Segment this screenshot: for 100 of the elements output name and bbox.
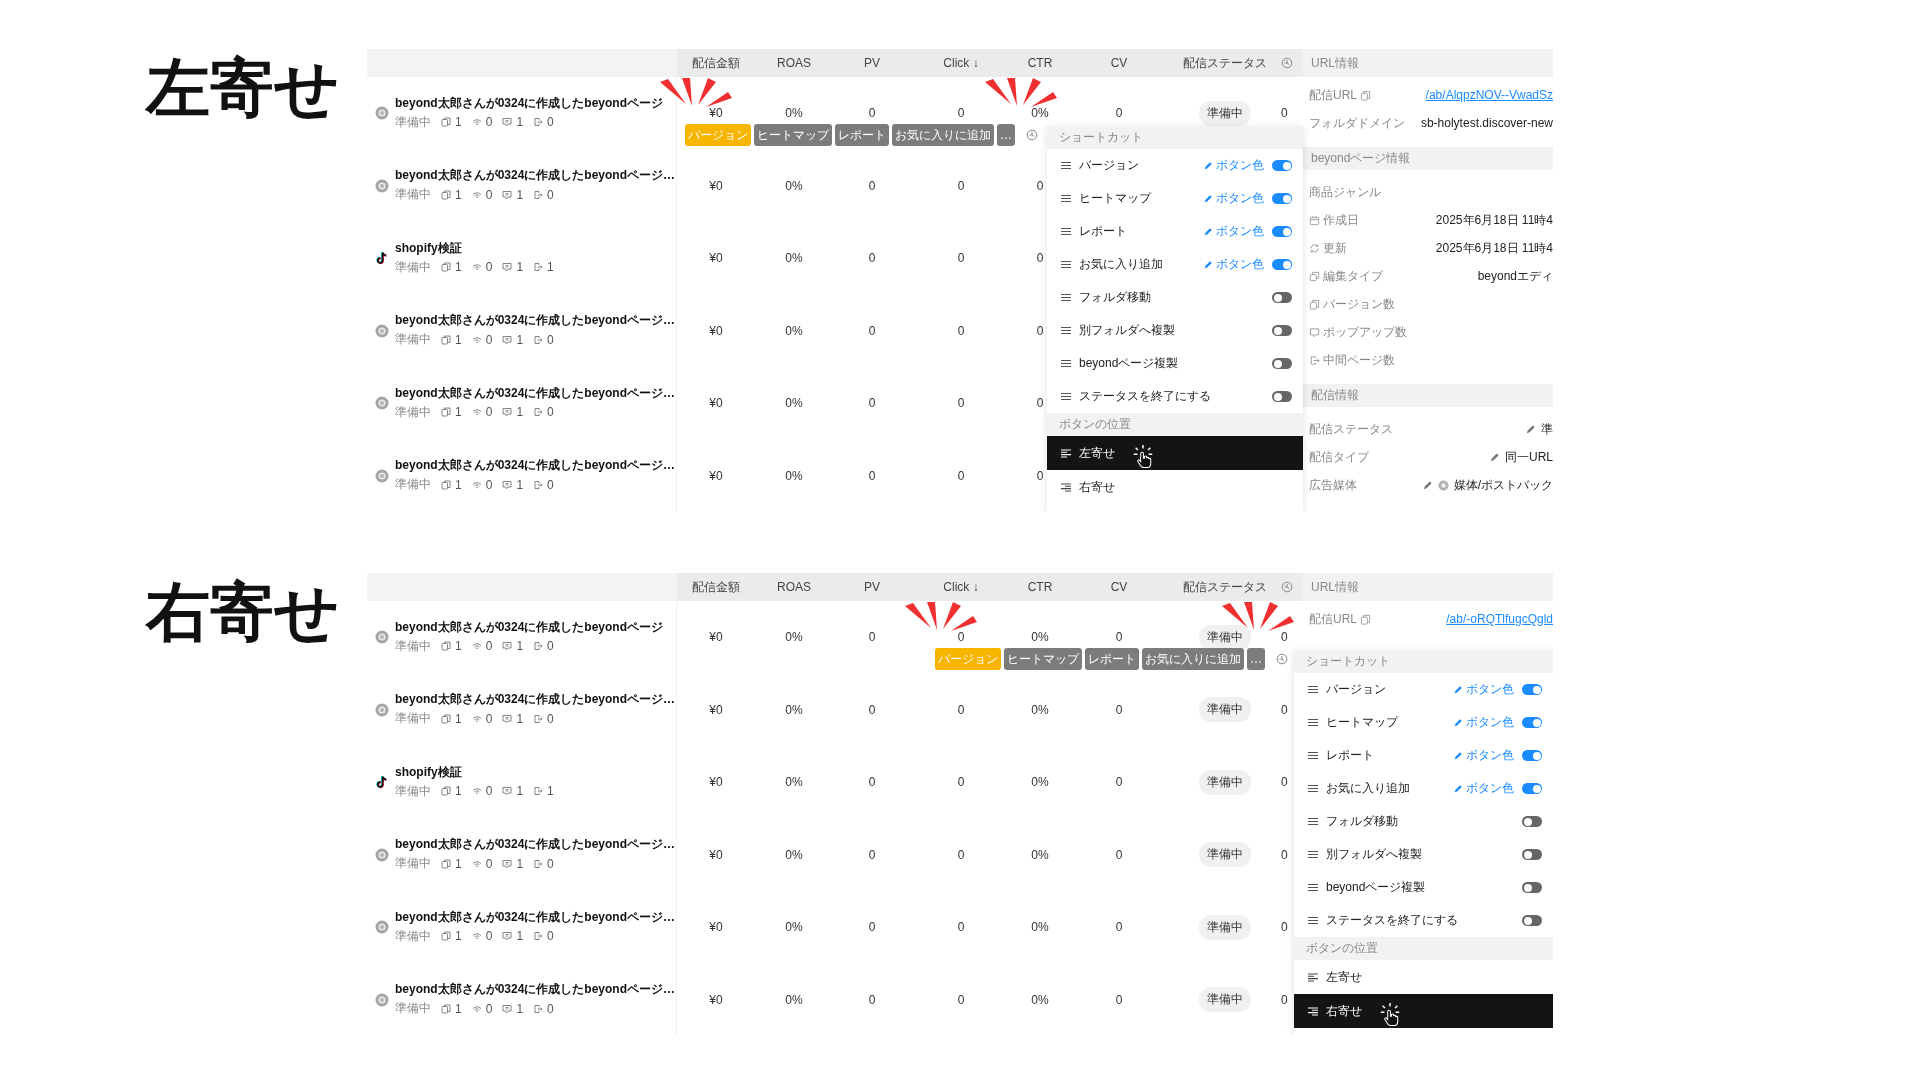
drag-handle-icon[interactable] xyxy=(1308,817,1318,826)
page-title[interactable]: beyond太郎さんが0324に作成したbeyondページ xyxy=(395,95,664,111)
action-button[interactable]: お気に入りに追加 xyxy=(1142,648,1244,670)
settings-icon[interactable] xyxy=(1281,581,1293,593)
menu-item[interactable]: beyondページ複製 xyxy=(1294,871,1553,904)
drag-handle-icon[interactable] xyxy=(1061,293,1071,302)
pencil-icon[interactable] xyxy=(1525,423,1536,435)
button-color-link[interactable]: ボタン色 xyxy=(1203,256,1264,273)
column-header[interactable]: PV xyxy=(833,56,911,70)
toggle-switch[interactable] xyxy=(1522,816,1542,827)
button-color-link[interactable]: ボタン色 xyxy=(1453,780,1514,797)
button-color-link[interactable]: ボタン色 xyxy=(1453,714,1514,731)
drag-handle-icon[interactable] xyxy=(1308,751,1318,760)
toggle-switch[interactable] xyxy=(1272,193,1292,204)
toggle-switch[interactable] xyxy=(1522,849,1542,860)
column-header[interactable]: PV xyxy=(833,580,911,594)
pencil-icon[interactable] xyxy=(1203,193,1213,204)
copy-icon[interactable] xyxy=(1360,89,1371,101)
action-button[interactable]: ヒートマップ xyxy=(754,124,832,146)
pencil-icon[interactable] xyxy=(1203,259,1213,270)
drag-handle-icon[interactable] xyxy=(1308,916,1318,925)
menu-item[interactable]: beyondページ複製 xyxy=(1047,347,1303,380)
column-header[interactable]: CV xyxy=(1069,56,1169,70)
page-title[interactable]: beyond太郎さんが0324に作成したbeyondページ xyxy=(395,619,664,635)
menu-item[interactable]: ヒートマップ ボタン色 xyxy=(1294,706,1553,739)
settings-icon[interactable] xyxy=(1281,57,1293,69)
column-header[interactable]: 配信ステータス xyxy=(1169,578,1281,596)
page-title[interactable]: beyond太郎さんが0324に作成したbeyondページ… xyxy=(395,837,676,853)
pencil-icon[interactable] xyxy=(1453,783,1463,794)
column-header[interactable]: ROAS xyxy=(755,56,833,70)
toggle-switch[interactable] xyxy=(1272,259,1292,270)
pencil-icon[interactable] xyxy=(1489,451,1500,463)
menu-item[interactable]: フォルダ移動 xyxy=(1047,281,1303,314)
drag-handle-icon[interactable] xyxy=(1308,850,1318,859)
toggle-switch[interactable] xyxy=(1522,783,1542,794)
menu-item[interactable]: お気に入り追加 ボタン色 xyxy=(1294,772,1553,805)
pencil-icon[interactable] xyxy=(1203,226,1213,237)
drag-handle-icon[interactable] xyxy=(1308,784,1318,793)
drag-handle-icon[interactable] xyxy=(1061,260,1071,269)
toggle-switch[interactable] xyxy=(1522,750,1542,761)
pencil-icon[interactable] xyxy=(1453,750,1463,761)
menu-item[interactable]: ステータスを終了にする xyxy=(1294,904,1553,937)
column-header[interactable]: 配信ステータス xyxy=(1169,54,1281,72)
toggle-switch[interactable] xyxy=(1522,882,1542,893)
toggle-switch[interactable] xyxy=(1272,226,1292,237)
page-title[interactable]: beyond太郎さんが0324に作成したbeyondページ… xyxy=(395,168,676,184)
toggle-switch[interactable] xyxy=(1272,358,1292,369)
page-title[interactable]: beyond太郎さんが0324に作成したbeyondページ… xyxy=(395,385,676,401)
action-button[interactable]: … xyxy=(997,124,1015,146)
action-button[interactable]: … xyxy=(1247,648,1265,670)
drag-handle-icon[interactable] xyxy=(1061,161,1071,170)
menu-item[interactable]: 右寄せ xyxy=(1294,994,1553,1028)
pencil-icon[interactable] xyxy=(1203,160,1213,171)
drag-handle-icon[interactable] xyxy=(1061,326,1071,335)
toggle-switch[interactable] xyxy=(1272,292,1292,303)
menu-item[interactable]: バージョン ボタン色 xyxy=(1294,673,1553,706)
column-header[interactable]: Click ↓ xyxy=(911,56,1011,70)
page-title[interactable]: beyond太郎さんが0324に作成したbeyondページ… xyxy=(395,458,676,474)
page-title[interactable]: shopify検証 xyxy=(395,240,462,256)
menu-item[interactable]: 別フォルダへ複製 xyxy=(1047,314,1303,347)
pencil-icon[interactable] xyxy=(1421,479,1433,491)
button-color-link[interactable]: ボタン色 xyxy=(1203,190,1264,207)
menu-item[interactable]: ステータスを終了にする xyxy=(1047,380,1303,413)
column-header[interactable]: CTR xyxy=(1011,580,1069,594)
column-header[interactable]: 配信金額 xyxy=(677,578,755,596)
menu-item[interactable]: レポート ボタン色 xyxy=(1294,739,1553,772)
action-button[interactable]: お気に入りに追加 xyxy=(892,124,994,146)
button-color-link[interactable]: ボタン色 xyxy=(1203,223,1264,240)
menu-item[interactable]: フォルダ移動 xyxy=(1294,805,1553,838)
page-title[interactable]: beyond太郎さんが0324に作成したbeyondページ… xyxy=(395,982,676,998)
page-title[interactable]: beyond太郎さんが0324に作成したbeyondページ… xyxy=(395,313,676,329)
page-title[interactable]: beyond太郎さんが0324に作成したbeyondページ… xyxy=(395,692,676,708)
menu-item[interactable]: バージョン ボタン色 xyxy=(1047,149,1303,182)
menu-item[interactable]: 左寄せ xyxy=(1294,960,1553,994)
button-color-link[interactable]: ボタン色 xyxy=(1203,157,1264,174)
menu-item[interactable]: 左寄せ xyxy=(1047,436,1303,470)
column-header[interactable]: CV xyxy=(1069,580,1169,594)
toggle-switch[interactable] xyxy=(1272,325,1292,336)
page-title[interactable]: beyond太郎さんが0324に作成したbeyondページ… xyxy=(395,909,676,925)
menu-item[interactable]: 右寄せ xyxy=(1047,470,1303,504)
menu-item[interactable]: 別フォルダへ複製 xyxy=(1294,838,1553,871)
drag-handle-icon[interactable] xyxy=(1308,685,1318,694)
drag-handle-icon[interactable] xyxy=(1061,359,1071,368)
toggle-switch[interactable] xyxy=(1272,160,1292,171)
pencil-icon[interactable] xyxy=(1453,717,1463,728)
action-button[interactable]: レポート xyxy=(1085,648,1139,670)
column-header[interactable]: CTR xyxy=(1011,56,1069,70)
menu-item[interactable]: お気に入り追加 ボタン色 xyxy=(1047,248,1303,281)
drag-handle-icon[interactable] xyxy=(1061,392,1071,401)
page-title[interactable]: shopify検証 xyxy=(395,764,462,780)
column-header[interactable]: 配信金額 xyxy=(677,54,755,72)
action-button[interactable]: ヒートマップ xyxy=(1004,648,1082,670)
toggle-switch[interactable] xyxy=(1522,717,1542,728)
drag-handle-icon[interactable] xyxy=(1061,227,1071,236)
settings-icon[interactable] xyxy=(1276,653,1288,665)
toggle-switch[interactable] xyxy=(1522,915,1542,926)
drag-handle-icon[interactable] xyxy=(1308,883,1318,892)
toggle-switch[interactable] xyxy=(1272,391,1292,402)
button-color-link[interactable]: ボタン色 xyxy=(1453,747,1514,764)
drag-handle-icon[interactable] xyxy=(1061,194,1071,203)
